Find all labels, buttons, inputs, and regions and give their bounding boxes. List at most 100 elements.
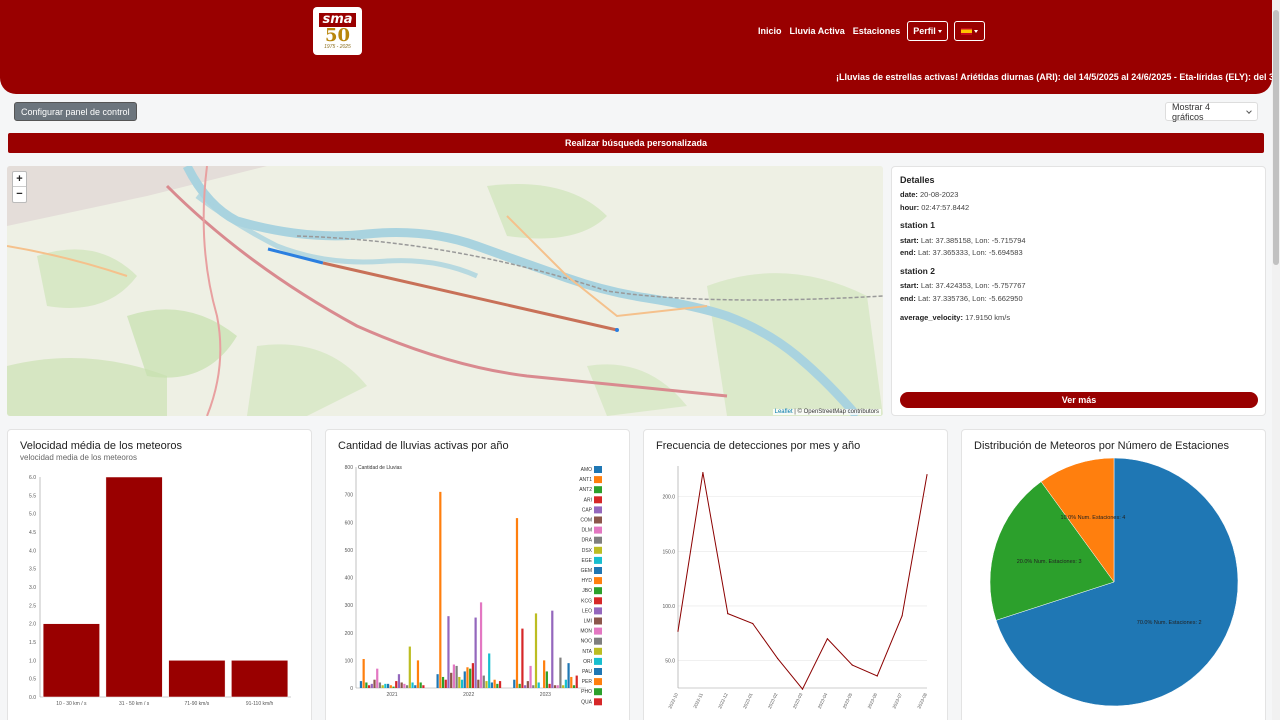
- shower-bar: [408, 646, 411, 688]
- line-point: [677, 630, 679, 632]
- velocity-bar: [231, 660, 289, 698]
- legend-label: NOO: [581, 639, 593, 645]
- scrollbar-thumb[interactable]: [1273, 10, 1279, 265]
- details-title: Detalles: [900, 175, 935, 185]
- shower-bar: [384, 683, 387, 688]
- nav-lluvia-activa[interactable]: Lluvia Activa: [789, 26, 846, 36]
- map-tiles: [7, 166, 883, 416]
- y-tick-label: 4.0: [29, 548, 36, 554]
- y-tick-label: 5.0: [29, 512, 36, 518]
- detail-hour-value: 02:47:57.8442: [921, 203, 970, 212]
- legend-swatch: [594, 688, 602, 696]
- osm-attribution: | © OpenStreetMap contributors: [792, 409, 879, 415]
- detail-date-label: date:: [900, 190, 918, 199]
- y-tick-label: 500: [345, 548, 354, 554]
- legend-swatch: [594, 617, 602, 625]
- charts-count-select[interactable]: Mostrar 4 gráficos: [1165, 102, 1258, 122]
- y-tick-label: 3.0: [29, 585, 36, 591]
- legend-label: LEO: [582, 608, 592, 614]
- caret-down-icon: [973, 29, 978, 33]
- shower-bar: [474, 617, 477, 688]
- legend-label: PER: [582, 679, 593, 685]
- average-velocity-value: 17.9150 km/s: [965, 313, 1011, 322]
- shower-bar: [373, 679, 376, 688]
- legend-swatch: [594, 587, 602, 595]
- x-tick-label: 2023-05: [842, 692, 854, 710]
- shower-bar: [376, 668, 379, 688]
- logo-years: 1975 - 2025: [324, 44, 351, 50]
- velocity-chart-card: Velocidad média de los meteoros velocida…: [7, 429, 312, 720]
- y-tick-label: 5.5: [29, 493, 36, 499]
- zoom-in-button[interactable]: +: [13, 172, 26, 187]
- custom-search-button[interactable]: Realizar búsqueda personalizada: [8, 133, 1264, 153]
- legend-swatch: [594, 516, 602, 524]
- shower-bar: [545, 671, 548, 688]
- nav-inicio[interactable]: Inicio: [757, 26, 783, 36]
- velocity-bar: [105, 476, 163, 698]
- see-more-button[interactable]: Ver más: [900, 392, 1258, 408]
- leaflet-link[interactable]: Leaflet: [775, 409, 793, 415]
- y-tick-label: 1.0: [29, 658, 36, 664]
- shower-bar: [416, 660, 420, 688]
- trajectory-map[interactable]: + − Leaflet | © OpenStreetMap contributo…: [7, 166, 883, 416]
- shower-bar: [529, 665, 532, 688]
- shower-bar: [534, 613, 538, 688]
- legend-swatch: [594, 698, 602, 706]
- x-tick-label: 2023-08: [916, 692, 928, 710]
- stations-chart-card: Distribución de Meteoros por Número de E…: [961, 429, 1266, 720]
- legend-swatch: [594, 577, 602, 585]
- spain-flag-icon: [960, 27, 972, 35]
- shower-bar: [524, 685, 527, 688]
- legend-label: DLM: [581, 528, 592, 534]
- zoom-out-button[interactable]: −: [13, 187, 26, 202]
- line-point: [926, 474, 928, 476]
- shower-bar: [452, 664, 456, 688]
- x-tick-label: 2023-04: [817, 692, 829, 710]
- shower-bar: [471, 663, 475, 688]
- y-tick-label: 3.5: [29, 567, 36, 573]
- shower-bar: [515, 518, 519, 688]
- language-dropdown[interactable]: [953, 21, 985, 41]
- shower-bar: [414, 685, 417, 688]
- legend-label: GEM: [581, 568, 592, 574]
- x-tick-label: 2022-12: [717, 692, 729, 710]
- station2-start-value: Lat: 37.424353, Lon: -5.757767: [920, 281, 1026, 290]
- y-tick-label: 2.0: [29, 622, 36, 628]
- station1-start: start: Lat: 37.385158, Lon: -5.715794: [900, 236, 1026, 245]
- y-tick-label: 1.5: [29, 640, 36, 646]
- legend-label: NTA: [582, 649, 592, 655]
- shower-bar: [419, 682, 422, 688]
- station1-start-value: Lat: 37.385158, Lon: -5.715794: [920, 236, 1026, 245]
- station2-start: start: Lat: 37.424353, Lon: -5.757767: [900, 281, 1026, 290]
- station1-end-label: end:: [900, 248, 916, 257]
- profile-dropdown[interactable]: Perfil: [907, 21, 948, 41]
- page-scrollbar[interactable]: [1272, 0, 1280, 720]
- slice-label: 70.0% Num. Estaciones: 2: [1137, 620, 1202, 626]
- detections-details-panel: Detalles date: 20-08-2023 hour: 02:47:57…: [891, 166, 1266, 416]
- shower-bar: [389, 685, 392, 688]
- frequency-chart-card: Frecuencia de detecciones por mes y año …: [643, 429, 948, 720]
- shower-bar: [537, 682, 540, 688]
- legend-label: EGE: [581, 558, 592, 564]
- shower-bar: [381, 685, 384, 688]
- legend-label: ORI: [583, 659, 592, 665]
- sma-logo[interactable]: sma 50 1975 - 2025: [313, 7, 362, 55]
- legend-swatch: [594, 496, 602, 504]
- detections-line: [677, 472, 928, 691]
- shower-bar: [365, 682, 368, 688]
- y-tick-label: 0.0: [29, 695, 36, 701]
- station1-start-label: start:: [900, 236, 919, 245]
- shower-bar: [458, 676, 461, 688]
- station2-start-label: start:: [900, 281, 919, 290]
- shower-bar: [362, 658, 365, 688]
- nav-estaciones[interactable]: Estaciones: [852, 26, 902, 36]
- shower-bar: [441, 676, 445, 688]
- shower-bar: [485, 681, 488, 688]
- shower-bar: [482, 675, 485, 688]
- configure-dashboard-button[interactable]: Configurar panel de control: [14, 102, 137, 121]
- profile-label: Perfil: [913, 26, 936, 36]
- y-tick-label: 4.5: [29, 530, 36, 536]
- logo-number: 50: [324, 25, 351, 46]
- shower-bar: [543, 660, 546, 688]
- shower-bar: [386, 683, 390, 688]
